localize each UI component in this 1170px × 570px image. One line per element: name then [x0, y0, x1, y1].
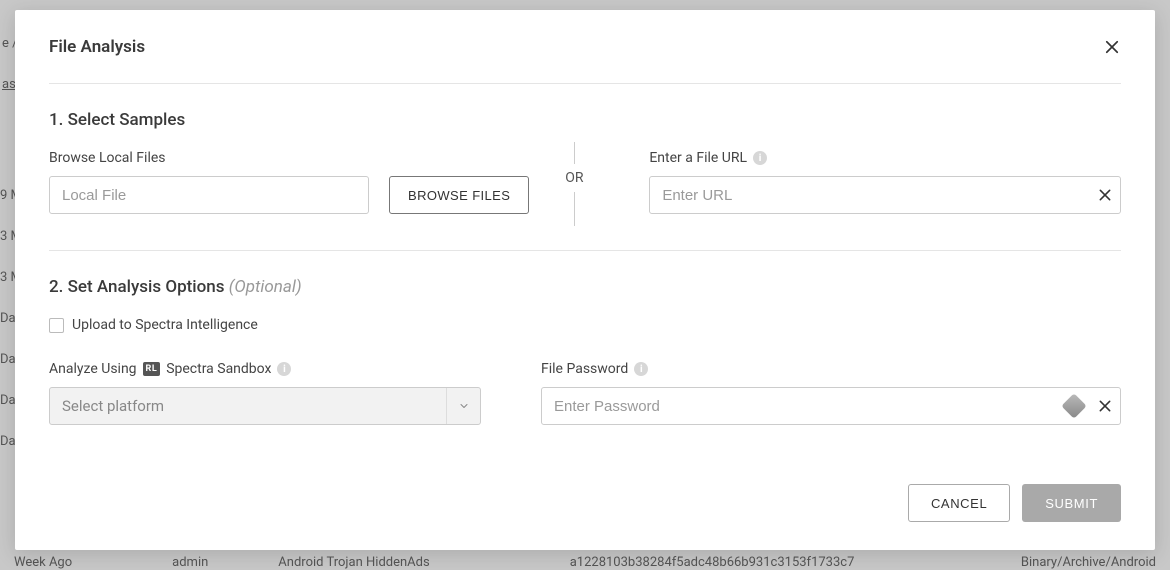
section-select-samples: 1. Select Samples Browse Local Files BRO…: [49, 84, 1121, 251]
file-password-label: File Password i: [541, 361, 1121, 377]
close-button[interactable]: [1103, 38, 1121, 56]
or-label: OR: [565, 164, 583, 192]
file-password-group: File Password i: [541, 361, 1121, 425]
upload-checkbox-label: Upload to Spectra Intelligence: [72, 317, 258, 333]
cancel-button[interactable]: CANCEL: [908, 484, 1010, 522]
submit-button[interactable]: SUBMIT: [1022, 484, 1121, 522]
info-icon: i: [277, 362, 291, 376]
platform-select[interactable]: Select platform: [49, 387, 481, 425]
section-analysis-options: 2. Set Analysis Options (Optional) Uploa…: [49, 251, 1121, 425]
close-icon: [1097, 398, 1113, 414]
close-icon: [1097, 187, 1113, 203]
modal-title: File Analysis: [49, 37, 145, 57]
platform-select-placeholder: Select platform: [62, 397, 446, 415]
analyze-using-label: Analyze Using RL Spectra Sandbox i: [49, 361, 481, 377]
chevron-down-icon: [446, 388, 480, 424]
close-icon: [1103, 38, 1121, 56]
info-icon: i: [634, 362, 648, 376]
file-url-group: Enter a File URL i: [649, 150, 1121, 214]
section2-title: 2. Set Analysis Options (Optional): [49, 277, 1121, 297]
section1-title: 1. Select Samples: [49, 110, 1121, 130]
local-files-label: Browse Local Files: [49, 150, 529, 166]
clear-url-button[interactable]: [1097, 187, 1113, 203]
rl-badge-icon: RL: [143, 362, 161, 376]
browse-files-button[interactable]: BROWSE FILES: [389, 176, 529, 214]
bg-bottom-row: Week Ago admin Android Trojan HiddenAds …: [0, 555, 1170, 570]
modal-header: File Analysis: [49, 10, 1121, 84]
clear-password-button[interactable]: [1097, 398, 1113, 414]
local-files-group: Browse Local Files BROWSE FILES: [49, 150, 529, 214]
local-file-input[interactable]: [49, 176, 369, 214]
file-analysis-modal: File Analysis 1. Select Samples Browse L…: [15, 10, 1155, 550]
info-icon: i: [753, 151, 767, 165]
or-separator: OR: [529, 142, 619, 214]
upload-checkbox-row[interactable]: Upload to Spectra Intelligence: [49, 317, 1121, 333]
upload-checkbox[interactable]: [49, 318, 64, 333]
analyze-using-group: Analyze Using RL Spectra Sandbox i Selec…: [49, 361, 481, 425]
file-url-input[interactable]: [649, 176, 1121, 214]
modal-footer: CANCEL SUBMIT: [49, 460, 1121, 550]
file-password-input[interactable]: [541, 387, 1121, 425]
file-url-label: Enter a File URL i: [649, 150, 1121, 166]
